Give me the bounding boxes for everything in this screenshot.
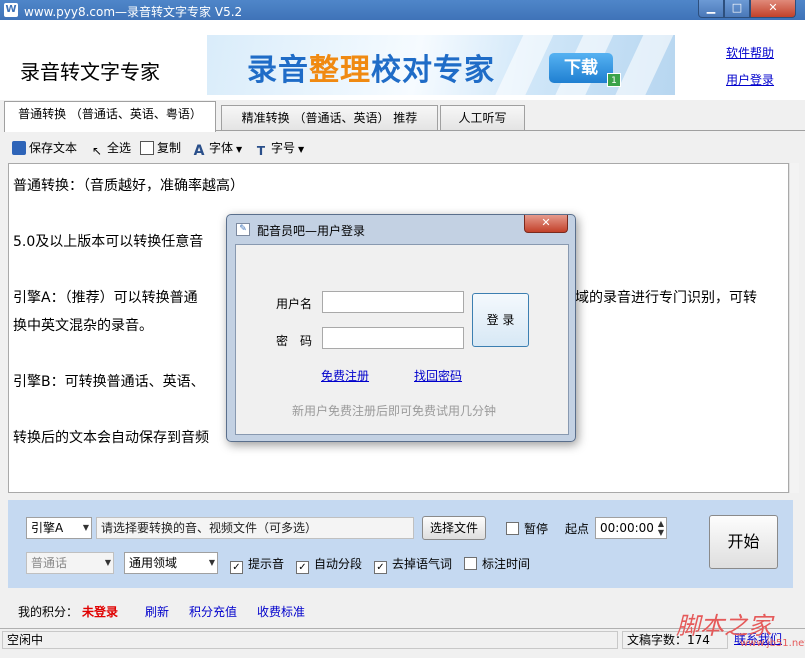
header: 录音转文字专家 录音整理校对专家 下载 1 软件帮助 用户登录 [0,20,805,100]
start-point-label: 起点 [565,522,590,536]
timestamps-checkbox[interactable]: 标注时间 [464,555,530,572]
download-badge: 1 [607,73,621,87]
recharge-link[interactable]: 积分充值 [189,603,237,620]
banner-text: 录音整理校对专家 [247,53,495,88]
checkmark-icon: ✓ [374,561,387,574]
dialog-title: 配音员吧—用户登录 [257,224,366,238]
app-name: 录音转文字专家 [20,60,160,84]
chevron-down-icon: ▼ [208,558,215,567]
editor-line: 转换后的文本会自动保存到音频 [13,430,209,446]
dialog-body: 用户名 密 码 登 录 免费注册 找回密码 新用户免费注册后即可免费试用几分钟 [235,244,569,435]
copy-button[interactable]: 复制 [140,139,181,156]
watermark-url: www.jb51.net [740,638,805,649]
checkmark-icon: ✓ [230,561,243,574]
file-path-field[interactable]: 请选择要转换的音、视频文件（可多选） [96,517,414,539]
username-label: 用户名 [276,297,313,311]
pricing-link[interactable]: 收费标准 [257,603,305,620]
app-icon: W [4,3,18,17]
password-label: 密 码 [276,334,313,348]
select-all-button[interactable]: ↖ 全选 [90,139,131,158]
editor-scrollbar[interactable] [789,163,799,493]
login-link[interactable]: 用户登录 [726,71,774,88]
help-link[interactable]: 软件帮助 [726,44,774,61]
remove-fillers-checkbox[interactable]: ✓ 去掉语气词 [374,555,452,574]
login-button[interactable]: 登 录 [472,293,529,347]
status-state: 空闲中 [2,631,618,649]
editor-line: 普通转换：（音质越好，准确率越高） [13,178,244,194]
dialog-app-icon: ✎ [236,223,250,236]
start-button[interactable]: 开始 [709,515,778,569]
recover-password-link[interactable]: 找回密码 [414,367,462,384]
font-button[interactable]: A 字体 ▼ [192,139,243,159]
pause-checkbox[interactable]: 暂停 [506,520,548,537]
watermark-logo: 脚本之家 [676,612,772,640]
editor-toolbar: 保存文本 ↖ 全选 复制 A 字体 ▼ T 字号 ▼ [0,135,805,159]
dialog-close-button[interactable]: ✕ [524,215,568,233]
title-bar[interactable]: W www.pyy8.com—录音转文字专家 V5.2 ▁ □ ✕ [0,0,805,20]
checkmark-icon: ✓ [296,561,309,574]
chevron-down-icon: ▼ [104,558,111,567]
editor-line: 域的录音进行专门识别，可转 [575,290,757,306]
dialog-hint: 新用户免费注册后即可免费试用几分钟 [292,404,497,418]
spin-arrows-icon[interactable]: ▲ ▼ [658,519,664,537]
login-status: 未登录 [82,605,119,619]
font-icon: A [193,143,205,159]
tab-precise[interactable]: 精准转换 （普通话、英语） 推荐 [221,105,438,131]
copy-icon [140,141,154,155]
tab-manual[interactable]: 人工听写 [440,105,525,131]
tab-normal[interactable]: 普通转换 （普通话、英语、粤语） [4,101,216,132]
start-time-stepper[interactable]: 00:00:00 ▲ ▼ [595,517,667,539]
choose-file-button[interactable]: 选择文件 [422,516,486,540]
username-field[interactable] [322,291,464,313]
chevron-down-icon: ▼ [82,523,89,532]
editor-line: 5.0及以上版本可以转换任意音 [13,234,204,250]
chevron-down-icon: ▼ [236,145,243,154]
font-size-icon: T [256,144,266,158]
checkbox-box [506,522,519,535]
domain-select[interactable]: 通用领域 ▼ [124,552,218,574]
cursor-icon: ↖ [91,144,103,158]
tab-strip: 普通转换 （普通话、英语、粤语） 精准转换 （普通话、英语） 推荐 人工听写 [0,101,805,132]
editor-line: 引擎A：（推荐）可以转换普通 [13,290,198,306]
tab-divider [216,130,805,131]
editor-line: 换中英文混杂的录音。 [13,318,153,334]
beep-checkbox[interactable]: ✓ 提示音 [230,555,284,574]
auto-segment-checkbox[interactable]: ✓ 自动分段 [296,555,362,574]
font-size-button[interactable]: T 字号 ▼ [254,139,304,158]
save-icon [12,141,26,155]
language-select[interactable]: 普通话 ▼ [26,552,114,574]
maximize-button[interactable]: □ [724,0,750,18]
points-label: 我的积分： [18,605,79,619]
save-text-button[interactable]: 保存文本 [12,139,77,156]
refresh-link[interactable]: 刷新 [145,603,169,620]
close-button[interactable]: ✕ [750,0,796,18]
chevron-down-icon: ▼ [298,145,305,154]
window-title: www.pyy8.com—录音转文字专家 V5.2 [24,5,243,19]
download-button[interactable]: 下载 [549,53,613,83]
conversion-panel: 引擎A ▼ 请选择要转换的音、视频文件（可多选） 选择文件 暂停 起点 00:00… [8,500,793,588]
editor-line: 引擎B：可转换普通话、英语、 [13,374,205,390]
checkbox-box [464,557,477,570]
password-field[interactable] [322,327,464,349]
register-link[interactable]: 免费注册 [321,367,369,384]
engine-select[interactable]: 引擎A ▼ [26,517,92,539]
minimize-button[interactable]: ▁ [698,0,724,18]
ad-banner[interactable]: 录音整理校对专家 下载 1 [207,35,675,95]
login-dialog: ✎ 配音员吧—用户登录 ✕ 用户名 密 码 登 录 免费注册 找回密码 新用户免… [226,214,576,442]
